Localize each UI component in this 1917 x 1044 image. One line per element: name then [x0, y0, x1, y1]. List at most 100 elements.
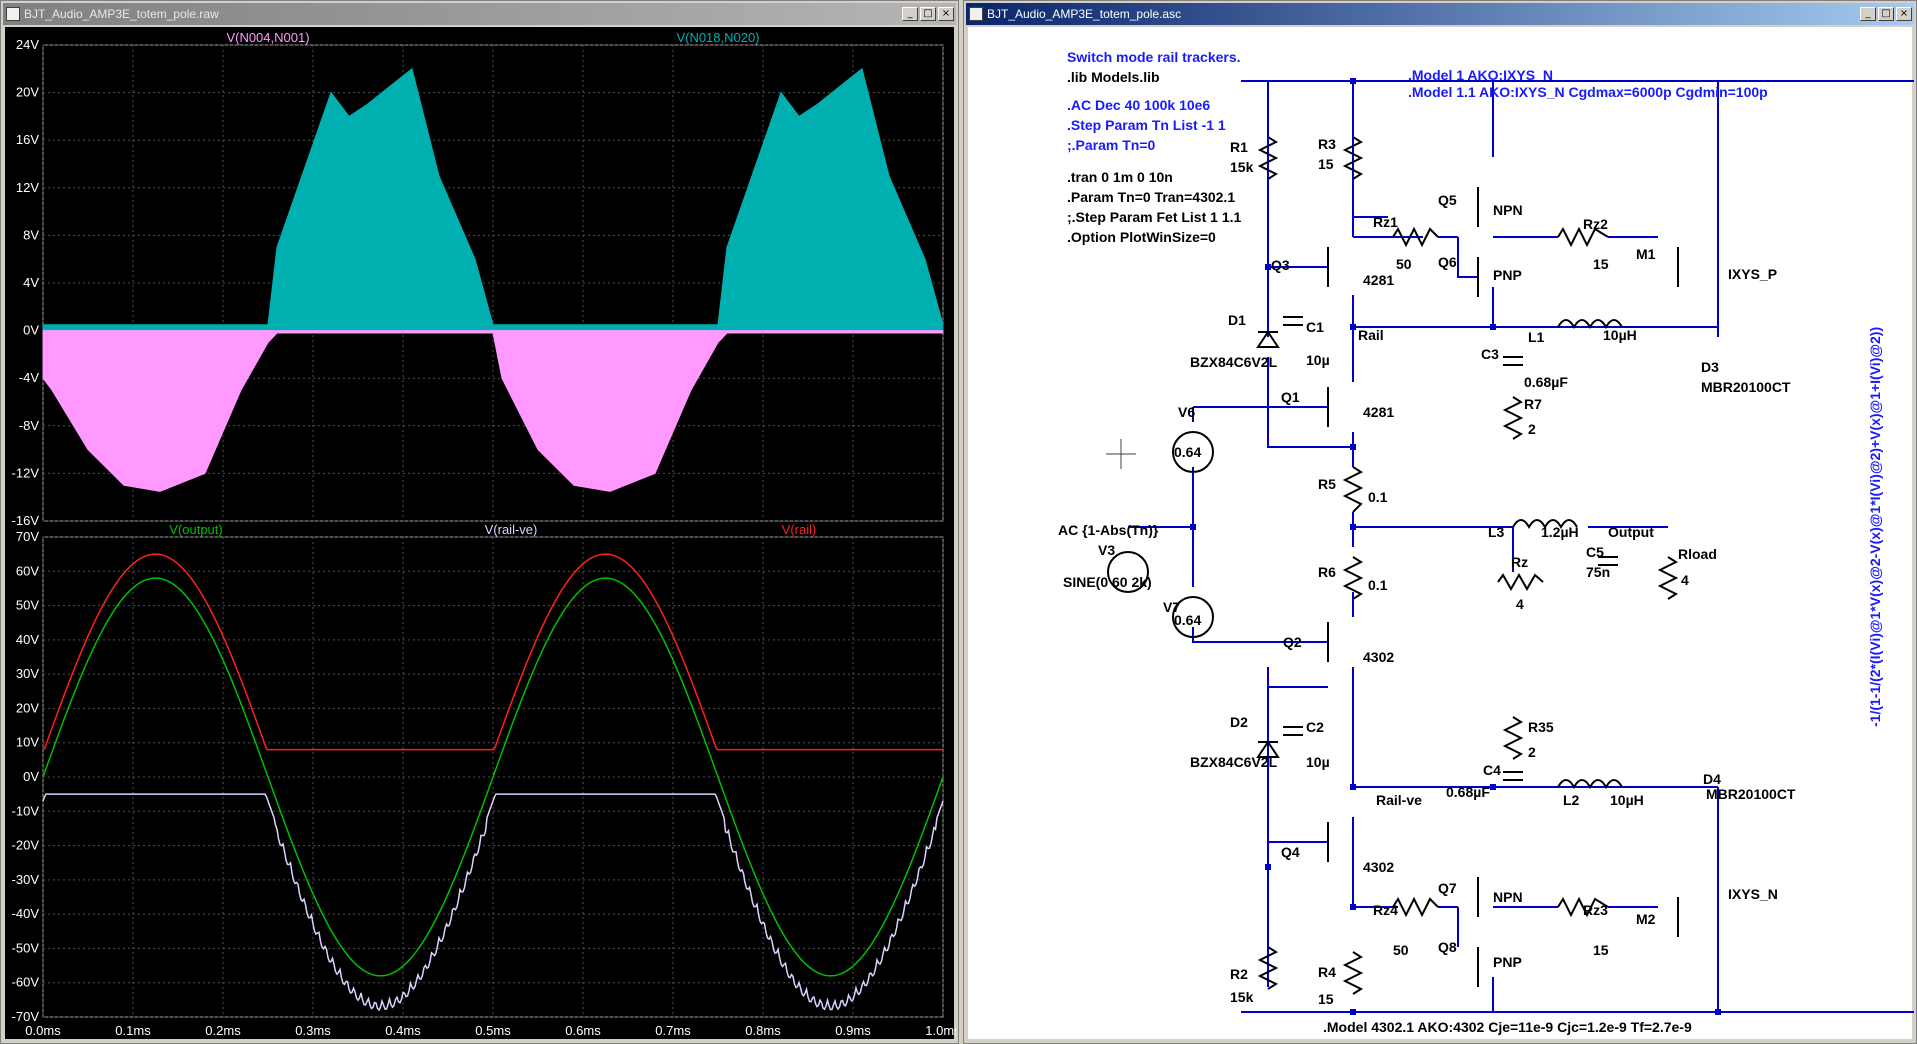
value-rz1: 50	[1396, 256, 1412, 272]
resistor-rz[interactable]	[1497, 572, 1544, 592]
y-tick-label: 12V	[16, 180, 39, 195]
junction	[1350, 904, 1356, 910]
schematic-titlebar[interactable]: BJT_Audio_AMP3E_totem_pole.asc _ □ ×	[966, 3, 1914, 25]
resistor-r5[interactable]	[1342, 466, 1364, 513]
resistor-rload[interactable]	[1657, 556, 1679, 600]
resistor-r4[interactable]	[1342, 951, 1364, 995]
value-c1: 10µ	[1306, 352, 1330, 368]
junction	[1350, 784, 1356, 790]
maximize-button[interactable]: □	[920, 7, 936, 21]
junction	[1190, 524, 1196, 530]
directive-step-comment[interactable]: ;.Step Param Fet List 1 1.1	[1067, 209, 1241, 225]
label-rz2: Rz2	[1583, 216, 1608, 232]
value-d2: BZX84C6V2L	[1190, 754, 1278, 770]
directive-expression[interactable]: -1/(1-1/(2*(I(Vi)@1*V(x)@2-V(x)@1*I(Vi)@…	[1867, 327, 1883, 727]
label-r2: R2	[1230, 966, 1248, 982]
minimize-button[interactable]: _	[902, 7, 918, 21]
directive-title[interactable]: Switch mode rail trackers.	[1067, 49, 1241, 65]
close-button[interactable]: ×	[938, 7, 954, 21]
label-q5: Q5	[1438, 192, 1457, 208]
value-c3: 0.68µF	[1524, 374, 1568, 390]
junction	[1265, 864, 1271, 870]
directive-param-comment[interactable]: ;.Param Tn=0	[1067, 137, 1156, 153]
directive-tran[interactable]: .tran 0 1m 0 10n	[1067, 169, 1173, 185]
value-r4: 15	[1318, 991, 1334, 1007]
label-d2: D2	[1230, 714, 1248, 730]
legend-entry: V(rail)	[782, 522, 817, 537]
label-c3: C3	[1481, 346, 1499, 362]
x-tick-label: 0.0ms	[25, 1023, 61, 1038]
directive-model-1[interactable]: .Model 1 AKO:IXYS_N	[1408, 67, 1553, 83]
value-v6: 0.64	[1174, 444, 1201, 460]
x-tick-label: 0.2ms	[205, 1023, 241, 1038]
directive-param[interactable]: .Param Tn=0 Tran=4302.1	[1067, 189, 1235, 205]
value-r5: 0.1	[1368, 489, 1388, 505]
directive-lib[interactable]: .lib Models.lib	[1067, 69, 1160, 85]
close-button[interactable]: ×	[1896, 7, 1912, 21]
y-tick-label: -70V	[12, 1009, 40, 1024]
x-tick-label: 0.9ms	[835, 1023, 871, 1038]
y-tick-label: -40V	[12, 906, 40, 921]
x-tick-label: 0.1ms	[115, 1023, 151, 1038]
x-tick-label: 0.4ms	[385, 1023, 421, 1038]
schematic-canvas[interactable]: Switch mode rail trackers. .lib Models.l…	[968, 27, 1914, 1041]
y-tick-label: 30V	[16, 666, 39, 681]
label-ixys-p: IXYS_P	[1728, 266, 1777, 282]
directive-ac[interactable]: .AC Dec 40 100k 10e6	[1067, 97, 1210, 113]
waveform-titlebar[interactable]: BJT_Audio_AMP3E_totem_pole.raw _ □ ×	[3, 3, 956, 25]
resistor-rz4[interactable]	[1392, 896, 1439, 918]
directive-step[interactable]: .Step Param Tn List -1 1	[1067, 117, 1226, 133]
value-rz: 4	[1516, 596, 1524, 612]
resistor-r7[interactable]	[1502, 396, 1524, 440]
y-tick-label: 60V	[16, 563, 39, 578]
crosshair-cursor-icon	[1106, 439, 1136, 469]
label-r35: R35	[1528, 719, 1554, 735]
value-d3: MBR20100CT	[1701, 379, 1791, 395]
inductor-l1[interactable]	[1557, 319, 1623, 330]
value-v3: SINE(0 60 2k)	[1063, 574, 1152, 590]
legend-entry: V(N018,N020)	[676, 30, 759, 45]
label-q1: Q1	[1281, 389, 1300, 405]
label-r7: R7	[1524, 396, 1542, 412]
y-tick-label: -30V	[12, 872, 40, 887]
label-rz4: Rz4	[1373, 902, 1398, 918]
label-m1: M1	[1636, 246, 1656, 262]
wires	[1128, 80, 1914, 1013]
label-rail: Rail	[1358, 327, 1384, 343]
label-q7: Q7	[1438, 880, 1457, 896]
junctions	[1190, 78, 1721, 1015]
legend-entry: V(rail-ve)	[485, 522, 538, 537]
plot-area[interactable]: 24V 20V 16V 12V 8V 4V 0V -4V -8V -12V -16V V(N004,N…	[5, 27, 956, 1041]
label-pnp2: PNP	[1493, 954, 1522, 970]
value-d1: BZX84C6V2L	[1190, 354, 1278, 370]
y-tick-label: 70V	[16, 529, 39, 544]
label-pnp1: PNP	[1493, 267, 1522, 283]
label-q3: Q3	[1271, 257, 1290, 273]
junction	[1350, 1009, 1356, 1015]
value-r6: 0.1	[1368, 577, 1388, 593]
y-tick-label: 20V	[16, 85, 39, 100]
value-c4: 0.68µF	[1446, 784, 1490, 800]
y-tick-label: 0V	[23, 323, 39, 338]
directive-option[interactable]: .Option PlotWinSize=0	[1067, 229, 1216, 245]
value-rload: 4	[1681, 572, 1689, 588]
inductor-l2[interactable]	[1557, 779, 1623, 790]
label-v6: V6	[1178, 404, 1195, 420]
schematic-svg[interactable]: Switch mode rail trackers. .lib Models.l…	[968, 27, 1914, 1041]
y-tick-label: 4V	[23, 275, 39, 290]
x-tick-label: 0.6ms	[565, 1023, 601, 1038]
resistor-r35[interactable]	[1502, 716, 1524, 760]
value-r35: 2	[1528, 744, 1536, 760]
y-tick-label: 24V	[16, 37, 39, 52]
junction	[1490, 324, 1496, 330]
junction	[1350, 444, 1356, 450]
minimize-button[interactable]: _	[1860, 7, 1876, 21]
label-r5: R5	[1318, 476, 1336, 492]
waveform-app-icon	[6, 7, 20, 21]
value-rz4: 50	[1393, 942, 1409, 958]
directive-model-4302[interactable]: .Model 4302.1 AKO:4302 Cje=11e-9 Cjc=1.2…	[1323, 1019, 1692, 1035]
maximize-button[interactable]: □	[1878, 7, 1894, 21]
directive-model-1-1[interactable]: .Model 1.1 AKO:IXYS_N Cgdmax=6000p Cgdmi…	[1408, 84, 1768, 100]
plot-svg[interactable]: 24V 20V 16V 12V 8V 4V 0V -4V -8V -12V -16V V(N004,N…	[5, 27, 956, 1041]
y-tick-label: -8V	[19, 418, 40, 433]
